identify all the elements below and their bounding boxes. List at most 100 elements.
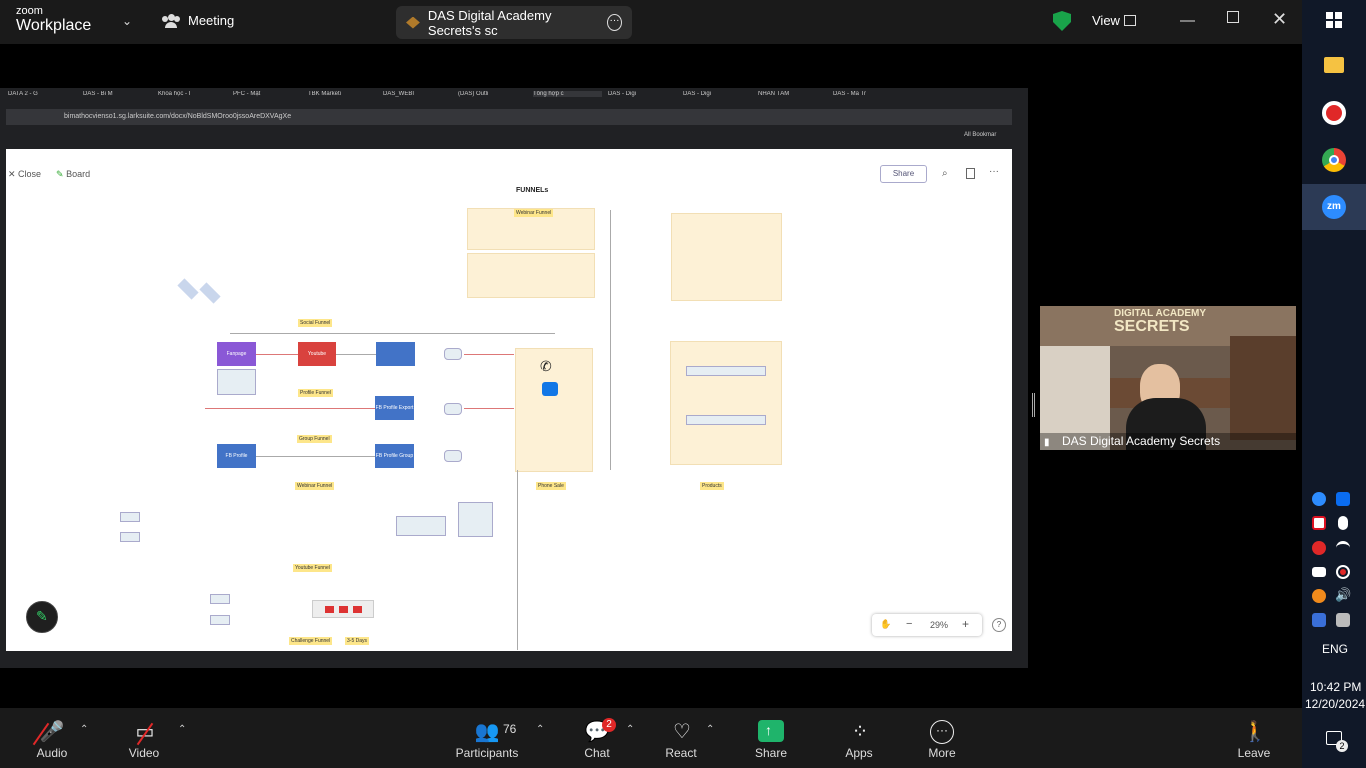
meeting-menu[interactable]: Meeting: [162, 13, 234, 28]
browser-tab[interactable]: DAS - Digi: [683, 91, 752, 97]
browser-tab[interactable]: NHÂN TÂM: [758, 91, 827, 97]
diagram-node: [444, 403, 462, 415]
diagram-node: [120, 532, 140, 542]
zoom-taskbar-icon[interactable]: zm: [1322, 195, 1346, 219]
participants-count: 76: [503, 722, 517, 736]
apps-button[interactable]: Apps: [824, 746, 894, 760]
volume-icon[interactable]: 🔊: [1335, 587, 1351, 603]
leave-icon[interactable]: 🚶: [1240, 719, 1270, 744]
language-indicator[interactable]: ENG: [1322, 642, 1348, 656]
diagram-node: [396, 516, 446, 536]
wifi-icon[interactable]: [1336, 541, 1350, 555]
zalo-tray-icon[interactable]: [1336, 492, 1350, 506]
chat-caret[interactable]: ⌃: [626, 724, 634, 735]
zoom-workplace-logo[interactable]: zoom Workplace: [16, 6, 91, 34]
close-board-button[interactable]: ✕ Close: [8, 169, 41, 180]
products-box: [670, 341, 782, 465]
resize-handle[interactable]: [1032, 393, 1035, 417]
more-options-icon[interactable]: ···: [606, 14, 622, 31]
audio-button[interactable]: Audio: [17, 746, 87, 760]
doc-share-button[interactable]: Share: [880, 165, 927, 183]
zoom-level[interactable]: 29%: [930, 620, 948, 630]
zoom-tray-icon[interactable]: [1312, 492, 1326, 506]
more-icon[interactable]: ···: [930, 720, 954, 744]
apps-icon[interactable]: ⁘: [845, 719, 875, 744]
display-tray-icon[interactable]: [1336, 613, 1350, 627]
browser-tab[interactable]: Khóa học - I: [158, 91, 227, 97]
browser-tab[interactable]: DAS_WEBI: [383, 91, 452, 97]
clock-time[interactable]: 10:42 PM: [1310, 680, 1361, 694]
react-icon[interactable]: ♡: [667, 719, 697, 744]
more-button[interactable]: More: [907, 746, 977, 760]
vivaldi-tray-icon[interactable]: [1312, 516, 1326, 530]
bookmarks-label[interactable]: All Bookmar: [964, 132, 996, 138]
hand-tool-icon[interactable]: ✋: [880, 619, 891, 630]
browser-tab[interactable]: (DAS) Outli: [458, 91, 527, 97]
document-icon[interactable]: [966, 168, 975, 179]
notification-badge: 2: [1336, 740, 1348, 752]
zoom-in-button[interactable]: +: [962, 617, 969, 631]
chevron-down-icon[interactable]: ⌄: [122, 14, 132, 28]
minimize-icon[interactable]: —: [1180, 12, 1195, 29]
participants-caret[interactable]: ⌃: [536, 724, 544, 735]
audio-options-caret[interactable]: ⌃: [80, 724, 88, 735]
challenge-funnel-label: Challenge Funnel: [289, 637, 333, 645]
video-button[interactable]: Video: [109, 746, 179, 760]
annotate-button[interactable]: ✎: [26, 601, 58, 633]
challenge-days-group: [312, 600, 374, 618]
connector-line: [464, 354, 514, 355]
battery-icon[interactable]: [1312, 567, 1326, 577]
browser-tab[interactable]: DAS - Ma Tr: [833, 91, 902, 97]
zoom-out-button[interactable]: −: [906, 618, 912, 630]
browser-tab[interactable]: Tổng hợp c: [533, 91, 602, 97]
file-explorer-icon[interactable]: [1324, 57, 1344, 73]
video-options-caret[interactable]: ⌃: [178, 724, 186, 735]
zalo-icon: [542, 382, 558, 396]
record-tray-icon[interactable]: [1312, 541, 1326, 555]
participant-name: DAS Digital Academy Secrets: [1040, 433, 1296, 450]
view-layout-icon[interactable]: [1124, 15, 1136, 26]
chrome-icon[interactable]: [1322, 148, 1346, 172]
windows-start-icon[interactable]: [1326, 12, 1342, 28]
help-icon[interactable]: ?: [992, 618, 1006, 632]
participants-icon[interactable]: 👥: [472, 719, 502, 744]
react-button[interactable]: React: [646, 746, 716, 760]
share-button[interactable]: Share: [736, 746, 806, 760]
leave-button[interactable]: Leave: [1219, 746, 1289, 760]
share-screen-icon[interactable]: ↑: [758, 720, 784, 742]
clock-date[interactable]: 12/20/2024: [1305, 697, 1365, 711]
browser-tab[interactable]: DAS - Digi: [608, 91, 677, 97]
connector-line: [230, 333, 555, 334]
browser-tab[interactable]: PFC - Mật: [233, 91, 302, 97]
zoom-control-panel: ✋ − 29% +: [872, 614, 982, 636]
participants-button[interactable]: Participants: [452, 746, 522, 760]
view-button[interactable]: View: [1092, 13, 1120, 28]
microphone-tray-icon[interactable]: [1338, 516, 1348, 530]
connector-line: [256, 354, 298, 355]
chat-button[interactable]: Chat: [562, 746, 632, 760]
browser-tab[interactable]: TBK Marketi: [308, 91, 377, 97]
browser-address-bar[interactable]: bimathocvienso1.sg.larksuite.com/docx/No…: [6, 109, 1012, 125]
diagram-title: FUNNELs: [516, 187, 549, 194]
youtube-funnel-label: Youtube Funnel: [293, 564, 332, 572]
browser-tab[interactable]: DATA 2 - G: [8, 91, 77, 97]
app-tray-icon[interactable]: [1312, 589, 1326, 603]
group-funnel-label: Group Funnel: [297, 435, 332, 443]
search-icon[interactable]: ⌕: [942, 168, 948, 179]
maximize-icon[interactable]: [1227, 11, 1239, 23]
record-indicator-icon[interactable]: [1336, 565, 1350, 579]
shared-window-pill[interactable]: DAS Digital Academy Secrets's sc ···: [396, 6, 632, 39]
record-app-icon[interactable]: [1322, 101, 1346, 125]
participant-video[interactable]: DIGITAL ACADEMY SECRETS: [1040, 306, 1296, 450]
products-tier-box-top: [671, 213, 782, 301]
signal-icon: ▮: [1044, 437, 1050, 448]
connector-line: [464, 408, 514, 409]
more-menu-icon[interactable]: ···: [989, 166, 999, 177]
react-caret[interactable]: ⌃: [706, 724, 714, 735]
board-button[interactable]: ✎ Board: [56, 169, 90, 180]
banner-text-bottom: SECRETS: [1114, 318, 1190, 335]
close-icon[interactable]: ✕: [1272, 9, 1287, 30]
browser-tab[interactable]: DAS - Bi M: [83, 91, 152, 97]
network-tray-icon[interactable]: [1312, 613, 1326, 627]
phone-sale-label: Phone Sale: [536, 482, 566, 490]
